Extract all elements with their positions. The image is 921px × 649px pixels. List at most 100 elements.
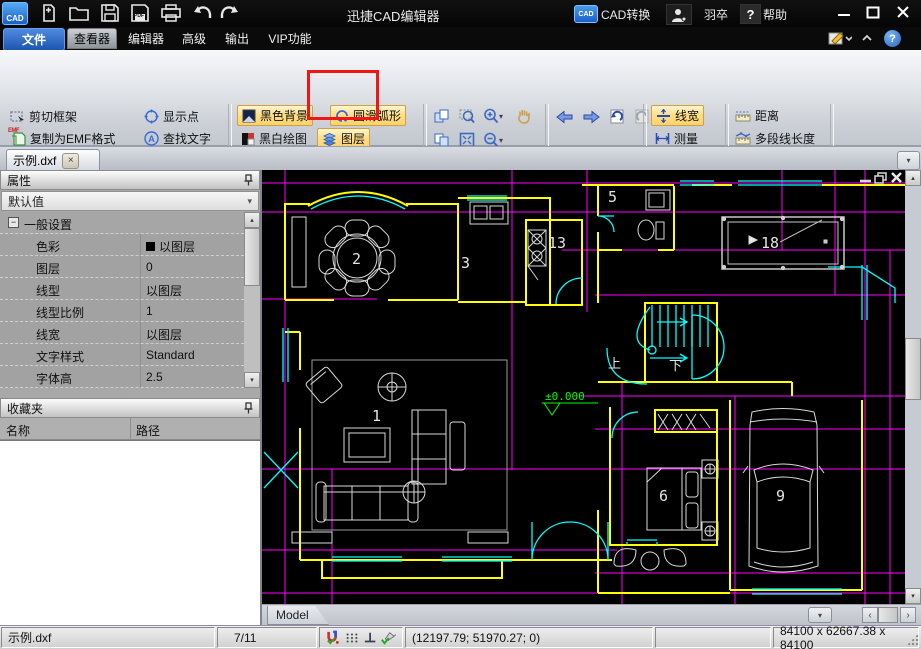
maximize-button[interactable] [861,3,885,21]
tab-viewer[interactable]: 查看器 [67,28,117,49]
print-button[interactable] [160,3,182,23]
scroll-up-button[interactable]: ▴ [244,212,260,228]
column-name[interactable]: 名称 [6,422,30,439]
mdi-controls[interactable] [860,173,901,183]
scroll-down-button[interactable]: ▾ [905,588,921,604]
user-account-button[interactable] [666,4,692,25]
room-label-kitchen: 3 [461,254,470,272]
cad-convert-icon[interactable]: CAD [574,5,598,23]
status-empty-cell [655,627,771,648]
property-group-row[interactable]: − 一般设置 [0,212,244,234]
room-label-billiard: 18 [761,234,779,252]
color-swatch [146,242,155,251]
tab-advanced[interactable]: 高级 [175,28,213,49]
property-row-linetype[interactable]: 线型以图层 [0,278,244,300]
zoom-in-dropdown[interactable]: ▾ [499,112,503,121]
cad-convert-button[interactable]: CAD转换 [601,6,650,23]
hscroll-right-button[interactable]: › [900,607,916,623]
scroll-down-button[interactable]: ▾ [244,372,260,388]
document-tab-close-icon[interactable]: × [62,153,79,169]
help-circle-icon[interactable]: ? [884,30,901,47]
pan-button[interactable] [513,106,535,126]
property-row-lineweight[interactable]: 线宽以图层 [0,322,244,344]
distance-button[interactable]: 距离 [731,105,783,126]
ortho-icon[interactable] [364,630,376,646]
osnap-icon[interactable] [326,630,340,646]
preset-dropdown[interactable]: 默认值 ▾ [1,191,259,211]
hscroll-thumb[interactable] [878,607,898,623]
collapse-ribbon-button[interactable] [860,32,874,44]
layout-dropdown-button[interactable]: ▾ [808,607,832,623]
measure-icon [655,132,670,145]
status-page-indicator: 7/11 [217,627,317,648]
minimize-icon [837,6,851,18]
line-width-button[interactable]: 线宽 [651,105,704,126]
zoom-window-button[interactable] [456,106,478,126]
floorplan-drawing[interactable]: ±0.000 2 3 13 5 18 1 6 9 上 下 [262,170,905,604]
line-width-icon [656,109,671,123]
redo-icon [219,5,239,21]
svg-text:A: A [148,134,155,144]
column-path[interactable]: 路径 [136,422,160,439]
scroll-thumb[interactable] [905,338,921,400]
help-button[interactable]: 帮助 [763,6,787,23]
tab-output[interactable]: 输出 [218,28,256,49]
open-file-button[interactable] [68,3,90,23]
bring-forward-button[interactable] [430,106,452,126]
undo-button[interactable] [192,3,214,23]
pin-icon[interactable] [244,402,253,414]
quick-edit-button[interactable] [828,30,852,46]
minimize-button[interactable] [832,3,856,21]
chevron-up-icon [860,32,874,44]
grid-icon[interactable] [345,630,359,646]
tab-overflow-button[interactable]: ▾ [897,151,920,170]
tab-vip[interactable]: VIP功能 [261,28,319,49]
collapse-icon[interactable]: − [8,217,19,228]
save-button[interactable] [99,3,121,23]
find-text-icon: A [144,131,159,146]
tab-editor[interactable]: 编辑器 [122,28,170,49]
maximize-icon [866,6,880,19]
model-tab[interactable]: Model [267,606,329,625]
help-icon[interactable]: ? [740,4,761,24]
app-logo-icon[interactable]: CAD [2,2,28,25]
property-row-textstyle[interactable]: 文字样式Standard [0,344,244,366]
previous-view-button[interactable] [606,107,628,127]
new-file-button[interactable] [38,3,60,23]
black-background-button[interactable]: 黑色背景 [237,105,313,126]
redo-button[interactable] [218,3,240,23]
forward-button[interactable] [580,107,602,127]
favorites-list[interactable] [0,440,260,625]
pin-icon[interactable] [244,174,253,186]
elevation-marker: ±0.000 [542,390,598,415]
properties-panel-header: 属性 [0,170,260,190]
property-grid-scrollbar[interactable]: ▴ ▾ [244,212,260,388]
polyline-length-icon [735,132,751,145]
open-folder-icon [69,4,89,22]
file-menu-button[interactable]: 文件 [3,28,65,51]
drawing-canvas[interactable]: ±0.000 2 3 13 5 18 1 6 9 上 下 [262,170,905,604]
next-view-button[interactable] [631,107,653,127]
clip-frame-button[interactable]: 剪切框架 [6,106,81,127]
scroll-thumb[interactable] [244,228,260,286]
username-label[interactable]: 羽卒 [704,6,728,23]
zoom-out-dropdown[interactable]: ▾ [499,136,503,145]
back-button[interactable] [554,107,576,127]
user-icon [671,8,687,22]
show-point-button[interactable]: 显示点 [140,106,203,127]
draw-check-icon[interactable] [381,630,396,646]
annotation-highlight-box [307,70,379,120]
save-as-pdf-button[interactable]: PDF [129,3,151,23]
scroll-up-button[interactable]: ▴ [905,170,921,186]
property-row-color[interactable]: 色彩 以图层 [0,234,244,256]
document-tab[interactable]: 示例.dxf × [6,149,100,171]
property-row-fontheight[interactable]: 字体高2.5 [0,366,244,388]
property-row-linetype-scale[interactable]: 线型比例1 [0,300,244,322]
distance-icon [735,109,751,122]
canvas-vertical-scrollbar[interactable]: ▴ ▾ [905,170,921,604]
pencil-icon [828,30,852,46]
property-row-layer[interactable]: 图层0 [0,256,244,278]
hscroll-left-button[interactable]: ‹ [862,607,878,623]
close-button[interactable] [891,3,915,21]
show-point-icon [144,109,159,124]
